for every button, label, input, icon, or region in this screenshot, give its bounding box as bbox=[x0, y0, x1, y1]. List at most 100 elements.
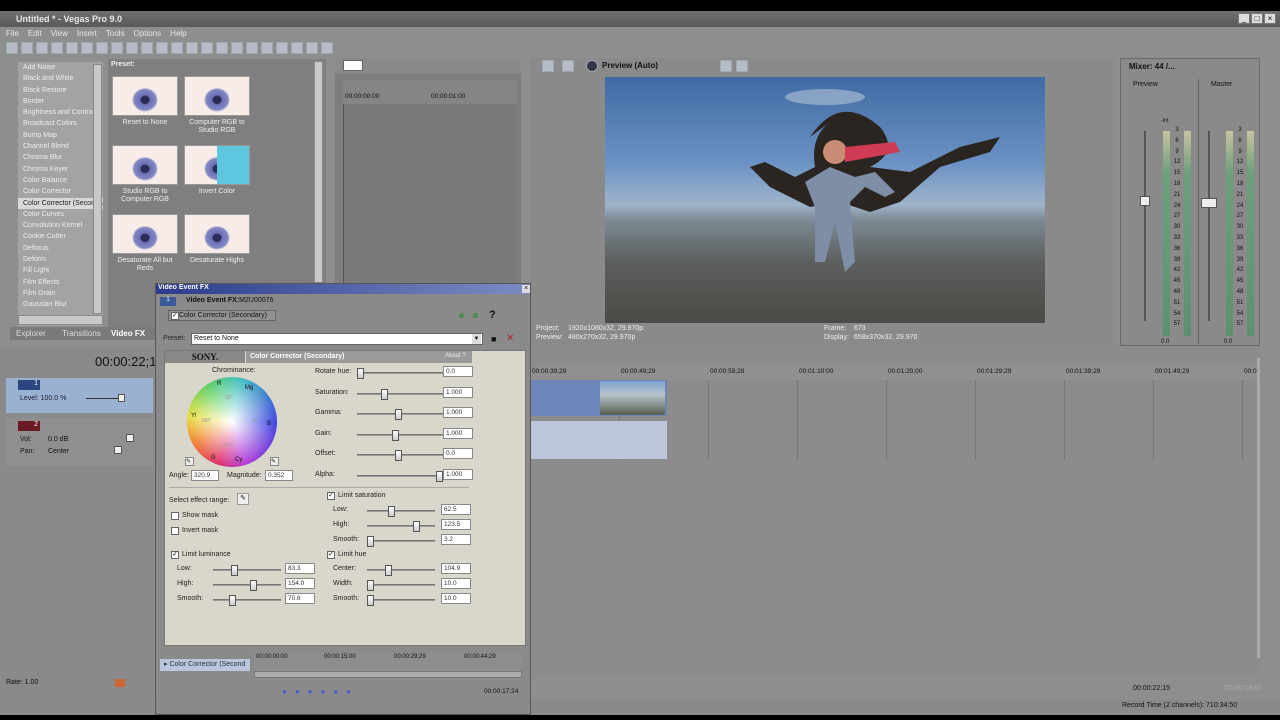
envelope-tool-icon[interactable] bbox=[261, 42, 273, 54]
slider-value-input[interactable]: 1.000 bbox=[443, 468, 473, 480]
slider-value-input[interactable]: 1.000 bbox=[443, 386, 473, 398]
invert-mask-checkbox[interactable] bbox=[171, 527, 179, 535]
fx-chain-icon[interactable]: 1 bbox=[160, 297, 176, 306]
master-fader[interactable] bbox=[1201, 198, 1217, 208]
lock-envelopes-icon[interactable] bbox=[216, 42, 228, 54]
prev-keyframe-icon[interactable]: ● bbox=[295, 687, 300, 696]
slider-thumb[interactable] bbox=[412, 521, 420, 532]
fx-list-item[interactable]: Broadcast Colors bbox=[18, 118, 103, 129]
fx-list-item[interactable]: Add Noise bbox=[18, 62, 103, 73]
angle-input[interactable]: 320.9 bbox=[191, 470, 219, 481]
slider-thumb[interactable] bbox=[367, 595, 374, 606]
keyframe-track-label[interactable]: ▸ Color Corrector (Second bbox=[160, 659, 250, 671]
help-icon[interactable] bbox=[306, 42, 318, 54]
eyedropper-icon[interactable]: ✎ bbox=[237, 493, 249, 505]
edit-tool-icon[interactable] bbox=[246, 42, 258, 54]
slider-thumb[interactable] bbox=[249, 580, 257, 591]
close-button[interactable]: × bbox=[1264, 13, 1276, 24]
fx-list-item[interactable]: Convolution Kernel bbox=[18, 220, 103, 231]
add-keyframe-icon[interactable]: ● bbox=[333, 687, 338, 696]
preview-fader[interactable] bbox=[1140, 196, 1150, 206]
dialog-title-bar[interactable]: Video Event FX bbox=[156, 284, 530, 294]
auto-crossfade-icon[interactable] bbox=[186, 42, 198, 54]
fx-list-item[interactable]: Film Effects bbox=[18, 277, 103, 288]
preset-dropdown[interactable]: Reset to None ▼ bbox=[191, 333, 483, 345]
chrominance-wheel[interactable]: R Mg Yl B G Cy 90° 180° 0° 270° bbox=[187, 377, 277, 467]
slider-thumb[interactable] bbox=[388, 506, 396, 517]
fx-list-item[interactable]: Chroma Blur bbox=[18, 152, 103, 163]
slider-track[interactable] bbox=[357, 450, 443, 461]
audio-track-header[interactable]: 2 Vol: 0.0 dB Pan: Center bbox=[6, 418, 153, 466]
fx-list-item[interactable]: Channel Blend bbox=[18, 141, 103, 152]
zoom-tool-icon[interactable] bbox=[291, 42, 303, 54]
slider-track[interactable] bbox=[213, 595, 281, 606]
slider-thumb[interactable] bbox=[394, 409, 402, 420]
save-snapshot-icon[interactable] bbox=[736, 60, 748, 72]
next-keyframe-icon[interactable]: ● bbox=[308, 687, 313, 696]
fx-list-item[interactable]: Color Curves bbox=[18, 209, 103, 220]
slider-value-input[interactable]: 123.5 bbox=[441, 519, 471, 530]
slider-track[interactable] bbox=[357, 409, 443, 420]
video-fx-list[interactable]: Add Noise Black and White Black Restore Bor… bbox=[18, 62, 103, 326]
slider-track[interactable] bbox=[213, 565, 281, 576]
minimize-button[interactable]: _ bbox=[1238, 13, 1250, 24]
slider-value-input[interactable]: 104.9 bbox=[441, 563, 471, 574]
slider-value-input[interactable]: 83.3 bbox=[285, 563, 315, 574]
volume-slider[interactable] bbox=[126, 434, 134, 442]
menu-help[interactable]: Help bbox=[170, 29, 186, 38]
delete-keyframe-icon[interactable]: ● bbox=[346, 687, 351, 696]
last-keyframe-icon[interactable]: ● bbox=[321, 687, 326, 696]
fx-list-item[interactable]: Film Grain bbox=[18, 288, 103, 299]
menu-tools[interactable]: Tools bbox=[106, 29, 125, 38]
insert-plugin-icon[interactable]: ⊕ bbox=[458, 311, 465, 320]
menu-edit[interactable]: Edit bbox=[28, 29, 42, 38]
slider-thumb[interactable] bbox=[367, 536, 374, 547]
preset-thumbnail[interactable]: Reset to None bbox=[111, 76, 179, 145]
fx-list-hscrollbar[interactable] bbox=[18, 315, 103, 325]
properties-icon[interactable] bbox=[81, 42, 93, 54]
help-icon[interactable]: ? bbox=[489, 309, 496, 321]
slider-value-input[interactable]: 3.2 bbox=[441, 534, 471, 545]
fx-list-item[interactable]: Defocus bbox=[18, 243, 103, 254]
slider-track[interactable] bbox=[367, 506, 435, 517]
fx-list-item[interactable]: Bump Map bbox=[18, 130, 103, 141]
about-button[interactable]: About ? bbox=[445, 353, 466, 359]
fx-enabled-checkbox[interactable]: ✓ bbox=[171, 312, 179, 320]
pan-slider[interactable] bbox=[114, 446, 122, 454]
slider-track[interactable] bbox=[357, 470, 443, 482]
preset-thumbnail[interactable]: Invert Color bbox=[183, 145, 251, 214]
menu-insert[interactable]: Insert bbox=[77, 29, 97, 38]
slider-value-input[interactable]: 154.0 bbox=[285, 578, 315, 589]
preset-scrollbar[interactable] bbox=[314, 61, 323, 283]
cut-icon[interactable] bbox=[96, 42, 108, 54]
slider-track[interactable] bbox=[367, 521, 435, 532]
trimmer-zoom-select[interactable] bbox=[343, 60, 363, 71]
menu-options[interactable]: Options bbox=[134, 29, 162, 38]
whats-this-icon[interactable] bbox=[321, 42, 333, 54]
external-monitor-icon[interactable] bbox=[562, 60, 574, 72]
slider-value-input[interactable]: 10.0 bbox=[441, 578, 471, 589]
paste-icon[interactable] bbox=[126, 42, 138, 54]
open-icon[interactable] bbox=[21, 42, 33, 54]
fx-list-item[interactable]: Deform bbox=[18, 254, 103, 265]
audio-event[interactable] bbox=[530, 421, 667, 459]
fx-list-scrollbar[interactable] bbox=[93, 64, 102, 314]
preset-thumbnail[interactable]: Computer RGB to Studio RGB bbox=[183, 76, 251, 145]
eyedropper-icon[interactable]: ✎ bbox=[185, 457, 194, 466]
slider-thumb[interactable] bbox=[394, 450, 402, 461]
slider-thumb[interactable] bbox=[229, 595, 237, 606]
slider-thumb[interactable] bbox=[380, 388, 388, 400]
first-keyframe-icon[interactable]: ● bbox=[282, 687, 287, 696]
slider-value-input[interactable]: 70.6 bbox=[285, 593, 315, 604]
video-track-header[interactable]: 1 Level: 100.0 % bbox=[6, 378, 153, 413]
slider-value-input[interactable]: 0.0 bbox=[443, 448, 473, 459]
maximize-button[interactable]: □ bbox=[1251, 13, 1263, 24]
keyframe-scrollbar[interactable] bbox=[254, 671, 522, 678]
slider-thumb[interactable] bbox=[436, 470, 443, 482]
menu-view[interactable]: View bbox=[51, 29, 68, 38]
slider-track[interactable] bbox=[367, 565, 435, 576]
menu-file[interactable]: File bbox=[6, 29, 19, 38]
slider-track[interactable] bbox=[357, 368, 443, 379]
show-mask-checkbox[interactable] bbox=[171, 512, 179, 520]
remove-plugin-icon[interactable]: ⊗ bbox=[472, 311, 479, 320]
